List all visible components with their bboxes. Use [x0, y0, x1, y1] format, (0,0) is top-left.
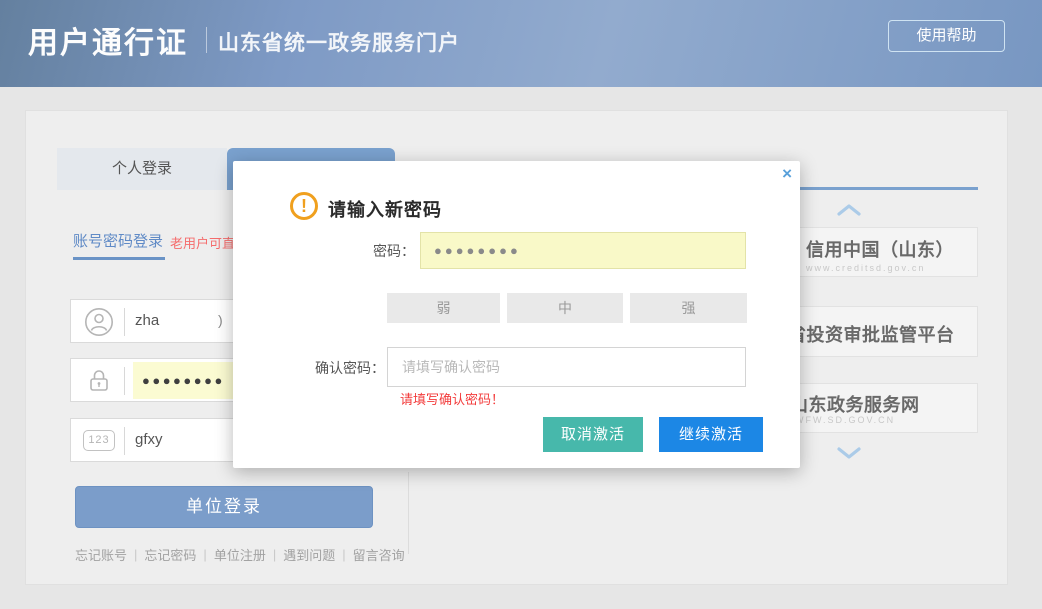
- card-title: 山东政务服务网: [790, 391, 920, 417]
- chevron-down-icon[interactable]: [836, 446, 862, 460]
- lock-icon: [84, 366, 114, 396]
- field-divider: [124, 427, 125, 455]
- captcha-value: gfxy: [135, 431, 163, 448]
- username-value: zha: [135, 312, 159, 329]
- link-separator: |: [203, 547, 206, 562]
- link-unit-register[interactable]: 单位注册: [214, 545, 266, 564]
- footer-links: 忘记账号 | 忘记密码 | 单位注册 | 遇到问题 | 留言咨询: [75, 545, 405, 564]
- captcha-icon: 123: [83, 430, 115, 451]
- strength-weak: 弱: [387, 293, 500, 323]
- brand-divider: [206, 27, 207, 53]
- username-redaction: [166, 309, 222, 333]
- card-title: 省投资审批监管平台: [788, 321, 955, 347]
- portal-title: 山东省统一政务服务门户: [218, 27, 460, 57]
- tab-personal-login[interactable]: 个人登录: [57, 148, 227, 190]
- vertical-divider: [408, 472, 409, 554]
- link-problem[interactable]: 遇到问题: [283, 545, 335, 564]
- help-button[interactable]: 使用帮助: [888, 20, 1005, 52]
- modal-title: 请输入新密码: [328, 196, 442, 222]
- link-forgot-account[interactable]: 忘记账号: [75, 545, 127, 564]
- link-forgot-password[interactable]: 忘记密码: [144, 545, 196, 564]
- confirm-password-input[interactable]: [387, 347, 746, 387]
- continue-activation-button[interactable]: 继续激活: [659, 417, 763, 452]
- user-icon: [84, 307, 114, 337]
- new-password-input[interactable]: [420, 232, 746, 269]
- field-divider: [124, 308, 125, 336]
- field-divider: [124, 367, 125, 395]
- confirm-password-label: 确认密码：: [273, 358, 385, 378]
- brand-title: 用户通行证: [28, 18, 188, 62]
- close-icon[interactable]: ×: [782, 164, 792, 184]
- link-message[interactable]: 留言咨询: [353, 545, 405, 564]
- unit-login-button[interactable]: 单位登录: [75, 486, 373, 528]
- card-title: 信用中国（山东）: [806, 236, 954, 262]
- password-label: 密码：: [313, 241, 415, 261]
- chevron-up-icon[interactable]: [836, 203, 862, 217]
- link-separator: |: [134, 547, 137, 562]
- strength-medium: 中: [507, 293, 623, 323]
- cancel-activation-button[interactable]: 取消激活: [543, 417, 643, 452]
- link-separator: |: [342, 547, 345, 562]
- warning-icon: !: [290, 192, 318, 220]
- new-password-modal: × ! 请输入新密码 密码： 弱 中 强 确认密码： 请填写确认密码！ 取消激活…: [233, 161, 800, 468]
- strength-strong: 强: [630, 293, 747, 323]
- confirm-error-text: 请填写确认密码！: [400, 389, 504, 408]
- link-separator: |: [273, 547, 276, 562]
- header: 用户通行证 山东省统一政务服务门户 使用帮助: [0, 0, 1042, 87]
- login-method-underline: [73, 257, 165, 260]
- login-method-tab[interactable]: 账号密码登录: [73, 230, 163, 251]
- username-suffix: ): [218, 312, 223, 328]
- card-url: www.creditsd.gov.cn: [806, 263, 925, 273]
